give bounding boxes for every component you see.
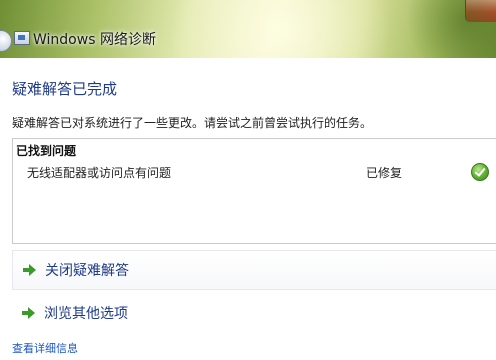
arrow-right-icon	[23, 264, 36, 276]
view-details-link[interactable]: 查看详细信息	[12, 340, 78, 356]
close-button[interactable]	[465, 0, 496, 22]
description-text: 疑难解答已对系统进行了一些更改。请尝试之前曾尝试执行的任务。	[12, 116, 373, 130]
page-title: 疑难解答已完成	[12, 80, 118, 98]
back-button[interactable]	[0, 30, 12, 52]
problems-header: 已找到问题	[16, 144, 77, 158]
content-area: 疑难解答已完成 疑难解答已对系统进行了一些更改。请尝试之前曾尝试执行的任务。 已…	[0, 58, 496, 360]
problem-text: 无线适配器或访问点有问题	[27, 166, 172, 180]
action-label: 关闭疑难解答	[45, 263, 129, 279]
check-icon	[471, 163, 489, 181]
problems-found-panel: 已找到问题 无线适配器或访问点有问题 已修复	[12, 138, 496, 244]
network-diagnostics-icon	[14, 31, 30, 45]
explore-other-options-button[interactable]: 浏览其他选项	[12, 294, 496, 332]
close-troubleshooter-button[interactable]: 关闭疑难解答	[12, 250, 496, 290]
action-label: 浏览其他选项	[44, 306, 128, 322]
problem-row: 无线适配器或访问点有问题 已修复	[13, 161, 496, 183]
title-bar: Windows 网络诊断	[0, 0, 496, 58]
problem-status: 已修复	[366, 166, 403, 180]
arrow-right-icon	[22, 307, 35, 319]
window-title: Windows 网络诊断	[33, 32, 156, 48]
